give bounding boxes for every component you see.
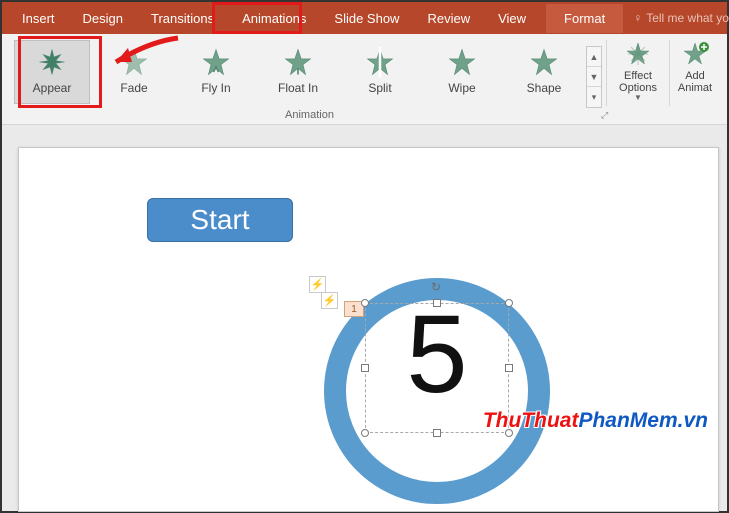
tab-insert[interactable]: Insert xyxy=(8,4,69,33)
gallery-label: Float In xyxy=(278,81,318,95)
ribbon-group-label: Animation xyxy=(2,107,617,124)
tab-design[interactable]: Design xyxy=(69,4,137,33)
ribbon-tabstrip: Insert Design Transitions Animations Sli… xyxy=(2,2,727,34)
fade-star-icon xyxy=(119,47,149,77)
gallery-label: Split xyxy=(368,81,391,95)
gallery-more-button[interactable]: ▾ xyxy=(587,87,601,107)
lightbulb-icon: ♀ xyxy=(633,11,642,25)
rotate-handle-icon[interactable]: ↻ xyxy=(431,280,443,292)
animation-trigger-icon[interactable]: ⚡ xyxy=(309,276,326,293)
effect-options-label: Effect Options xyxy=(619,70,657,94)
split-star-icon xyxy=(365,47,395,77)
gallery-scroll-down[interactable]: ▼ xyxy=(587,67,601,87)
gallery-label: Wipe xyxy=(448,81,475,95)
tab-review[interactable]: Review xyxy=(413,4,484,33)
gallery-item-wipe[interactable]: Wipe xyxy=(424,40,500,104)
animation-trigger-icon[interactable]: ⚡ xyxy=(321,292,338,309)
gallery-item-appear[interactable]: Appear xyxy=(14,40,90,104)
wipe-star-icon xyxy=(447,47,477,77)
gallery-label: Fade xyxy=(120,81,147,95)
watermark-text: ThuThuatPhanMem.vn xyxy=(483,409,708,433)
tab-animations[interactable]: Animations xyxy=(228,4,320,33)
slide-workspace: Start ⚡ ⚡ ↻ 1 5 ThuThuatPhanMem.vn xyxy=(2,125,727,511)
tab-transitions[interactable]: Transitions xyxy=(137,4,228,33)
resize-handle[interactable] xyxy=(361,429,369,437)
floatin-star-icon xyxy=(283,47,313,77)
start-shape[interactable]: Start xyxy=(147,198,293,242)
shape-star-icon xyxy=(529,47,559,77)
countdown-number: 5 xyxy=(366,300,508,410)
gallery-scroll-buttons: ▲ ▼ ▾ xyxy=(586,46,602,108)
tab-slide-show[interactable]: Slide Show xyxy=(320,4,413,33)
ribbon-body: Appear Fade Fly In Float In xyxy=(2,34,727,125)
gallery-label: Fly In xyxy=(201,81,230,95)
add-animation-label: Add Animat xyxy=(678,70,712,94)
resize-handle[interactable] xyxy=(433,429,441,437)
flyin-star-icon xyxy=(201,47,231,77)
tell-me-search[interactable]: ♀ Tell me what you w xyxy=(623,11,729,25)
dialog-launcher-icon[interactable]: ⤢ xyxy=(601,110,613,122)
gallery-label: Appear xyxy=(33,81,72,95)
gallery-item-flyin[interactable]: Fly In xyxy=(178,40,254,104)
start-label: Start xyxy=(190,204,249,236)
effect-options-icon xyxy=(622,40,654,68)
appear-star-icon xyxy=(37,47,67,77)
add-animation-icon xyxy=(679,40,711,68)
add-animation-button[interactable]: Add Animat xyxy=(670,34,720,124)
tab-view[interactable]: View xyxy=(484,4,540,33)
tell-me-placeholder: Tell me what you w xyxy=(646,11,729,25)
gallery-item-fade[interactable]: Fade xyxy=(96,40,172,104)
gallery-scroll-up[interactable]: ▲ xyxy=(587,47,601,67)
slide-canvas[interactable]: Start ⚡ ⚡ ↻ 1 5 ThuThuatPhanMem.vn xyxy=(18,147,719,512)
gallery-label: Shape xyxy=(527,81,562,95)
gallery-item-split[interactable]: Split xyxy=(342,40,418,104)
tab-format[interactable]: Format xyxy=(546,4,623,33)
gallery-item-floatin[interactable]: Float In xyxy=(260,40,336,104)
gallery-item-shape[interactable]: Shape xyxy=(506,40,582,104)
chevron-down-icon: ▼ xyxy=(634,94,642,103)
